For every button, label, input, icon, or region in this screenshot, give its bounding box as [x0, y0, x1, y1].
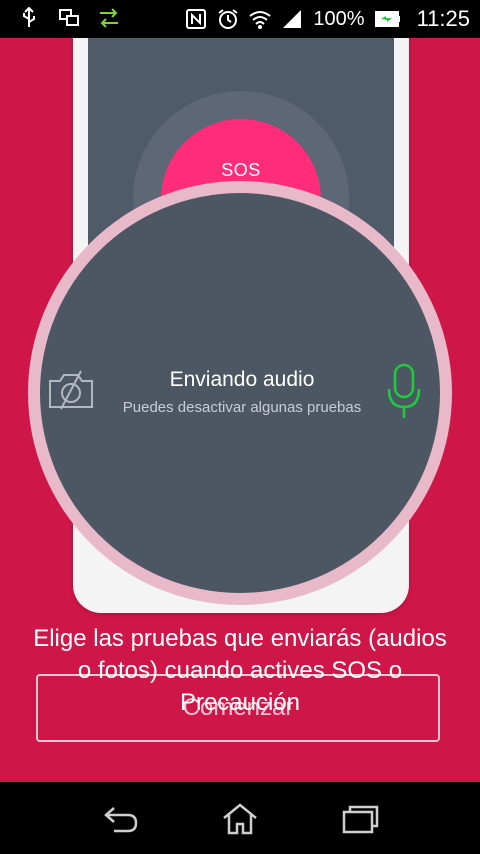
alarm-icon: [218, 9, 239, 29]
status-subtitle: Puedes desactivar algunas pruebas: [122, 399, 362, 416]
signal-icon: [283, 10, 302, 28]
evidence-circle: [40, 193, 440, 593]
home-icon[interactable]: [220, 802, 260, 836]
screens-icon: [59, 9, 79, 26]
recent-apps-icon[interactable]: [340, 802, 380, 836]
status-title: Enviando audio: [169, 368, 315, 391]
battery-icon: [374, 11, 400, 27]
app-content: SOS Enviando audio Puedes desactivar alg…: [0, 38, 480, 782]
data-transfer-icon: [100, 8, 118, 28]
clock: 11:25: [416, 6, 470, 31]
usb-icon: [23, 7, 35, 27]
navigation-bar: [0, 782, 480, 854]
battery-percent: 100%: [313, 7, 365, 30]
description-text: Elige las pruebas que enviarás (audios o…: [33, 625, 447, 716]
microphone-icon: [387, 363, 421, 418]
sos-label: SOS: [221, 160, 261, 180]
wifi-icon: [249, 11, 272, 29]
nfc-icon: [186, 9, 207, 29]
status-bar: 100% 11:25: [0, 0, 480, 38]
camera-off-icon: [49, 370, 93, 410]
back-icon[interactable]: [100, 802, 140, 836]
